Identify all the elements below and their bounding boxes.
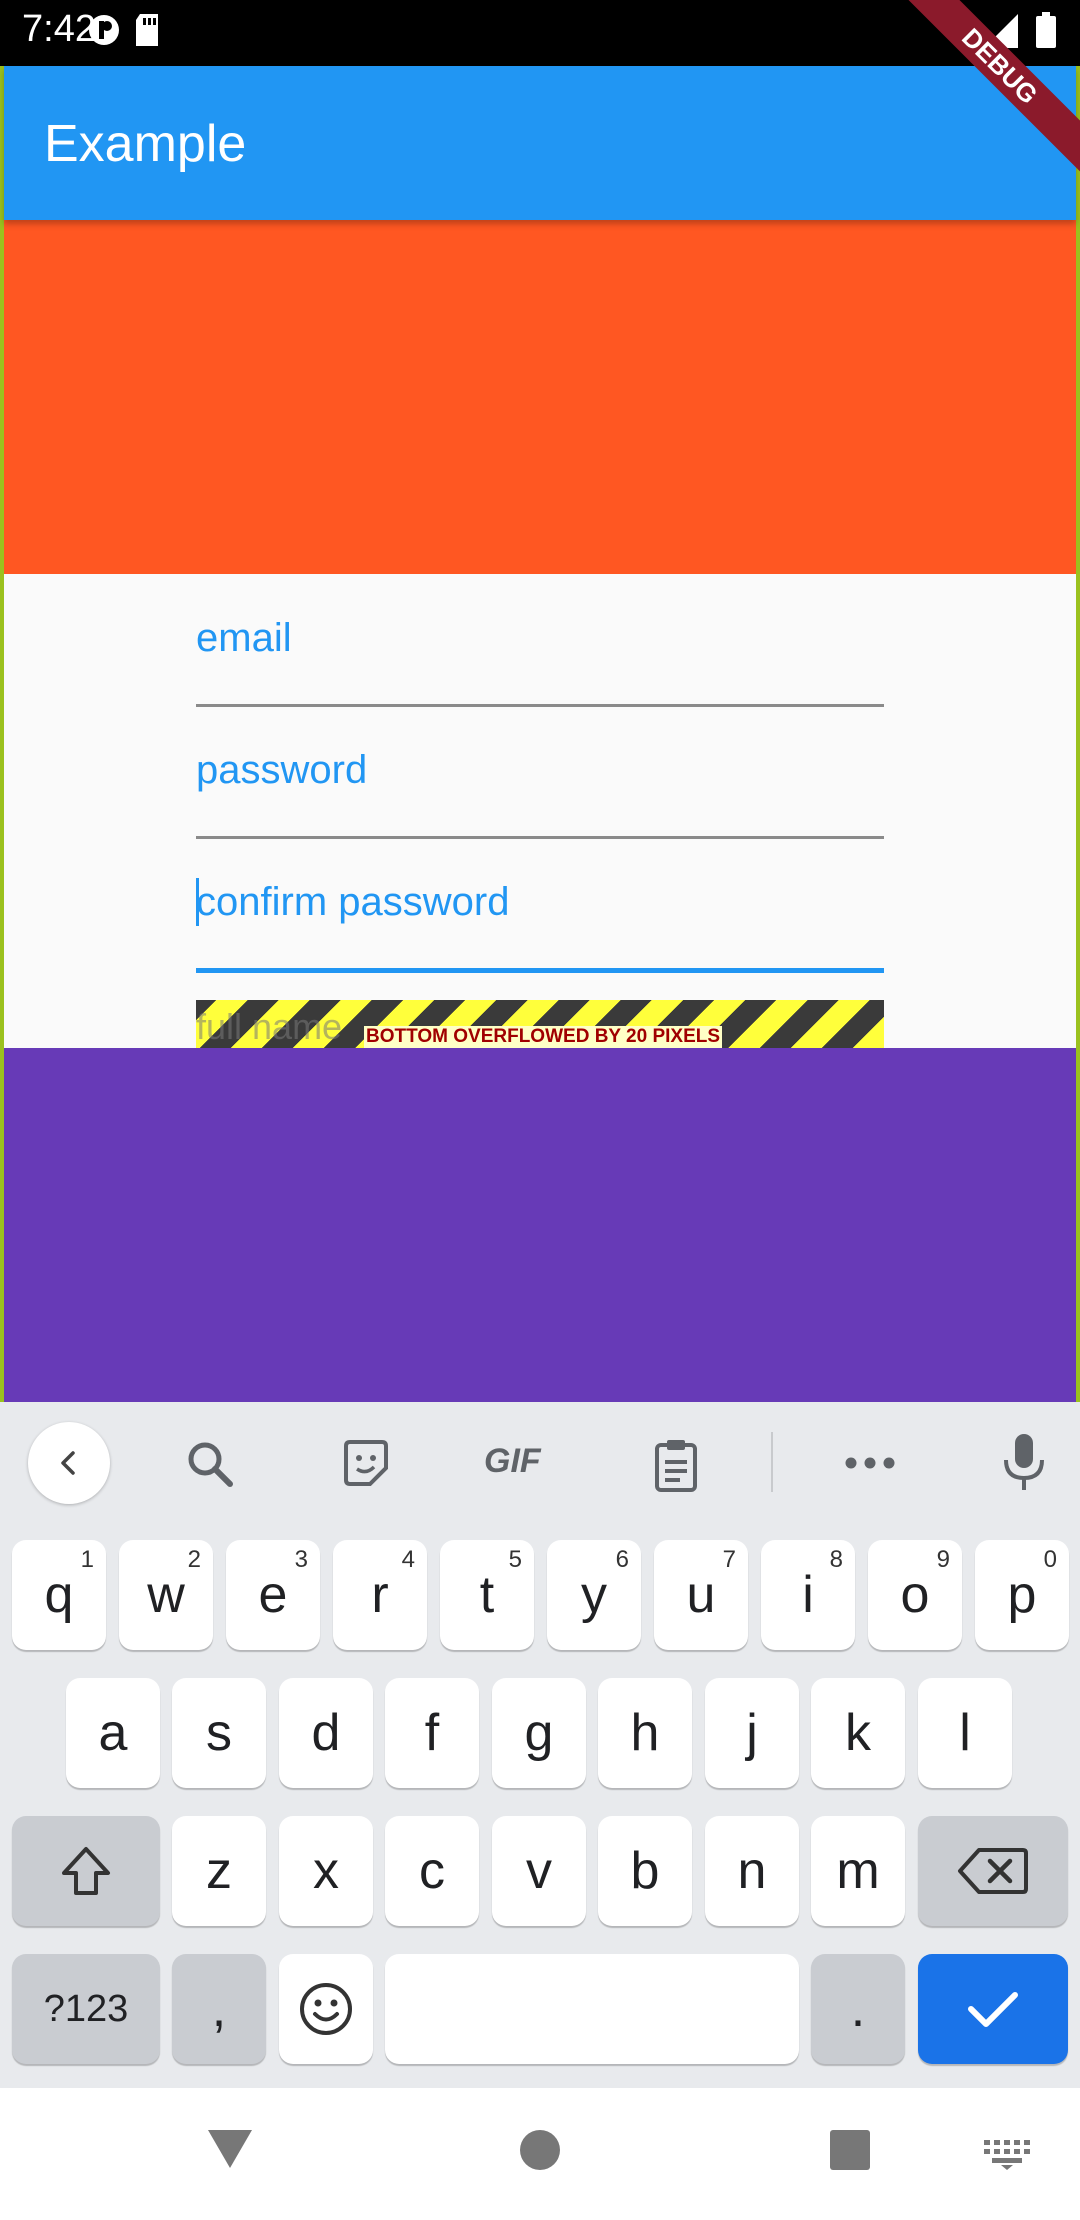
soft-keyboard: GIF q1 w2 e3 r4 t5 y6 u7 i8 o9 p0 a s d …	[0, 1402, 1080, 2088]
password-field[interactable]: password	[196, 748, 367, 793]
key-i[interactable]: i8	[761, 1540, 855, 1650]
key-c[interactable]: c	[385, 1816, 479, 1926]
signup-form	[4, 574, 1076, 1048]
search-icon[interactable]	[184, 1438, 236, 1495]
system-nav-bar	[0, 2088, 1080, 2220]
key-w[interactable]: w2	[119, 1540, 213, 1650]
key-q[interactable]: q1	[12, 1540, 106, 1650]
app-title: Example	[44, 115, 247, 173]
key-x[interactable]: x	[279, 1816, 373, 1926]
sticker-icon[interactable]	[340, 1438, 392, 1495]
backspace-key[interactable]	[918, 1816, 1068, 1926]
notification-app-icon	[88, 14, 120, 51]
toolbar-divider	[771, 1432, 773, 1492]
hidden-field-label: full name	[196, 1006, 343, 1047]
clipboard-icon[interactable]	[652, 1438, 700, 1497]
confirm-password-field[interactable]: confirm password	[196, 880, 509, 925]
shift-key[interactable]	[12, 1816, 160, 1926]
key-z[interactable]: z	[172, 1816, 266, 1926]
key-g[interactable]: g	[492, 1678, 586, 1788]
backspace-icon	[958, 1848, 1028, 1894]
key-j[interactable]: j	[705, 1678, 799, 1788]
key-s[interactable]: s	[172, 1678, 266, 1788]
purple-footer-block	[4, 1048, 1076, 1402]
key-n[interactable]: n	[705, 1816, 799, 1926]
check-icon	[968, 1992, 1018, 2027]
status-time: 7:42	[22, 8, 96, 50]
recents-square-icon[interactable]	[829, 2129, 871, 2176]
email-field[interactable]: email	[196, 616, 292, 661]
keyboard-switch-icon[interactable]	[984, 2140, 1030, 2175]
mic-icon[interactable]	[1002, 1432, 1046, 1497]
key-f[interactable]: f	[385, 1678, 479, 1788]
key-r[interactable]: r4	[333, 1540, 427, 1650]
symbols-key[interactable]: ?123	[12, 1954, 160, 2064]
key-b[interactable]: b	[598, 1816, 692, 1926]
app-bar: Example	[4, 66, 1076, 220]
enter-key[interactable]	[918, 1954, 1068, 2064]
space-key[interactable]	[385, 1954, 799, 2064]
gif-icon[interactable]: GIF	[484, 1442, 541, 1481]
key-e[interactable]: e3	[226, 1540, 320, 1650]
password-field-underline	[196, 836, 884, 839]
home-circle-icon[interactable]	[518, 2128, 562, 2177]
shift-arrow-icon	[62, 1847, 110, 1895]
confirm-password-underline	[196, 968, 884, 973]
overflow-warning-text: BOTTOM OVERFLOWED BY 20 PIXELS	[364, 1026, 723, 1048]
key-v[interactable]: v	[492, 1816, 586, 1926]
more-icon[interactable]	[844, 1456, 896, 1475]
key-o[interactable]: o9	[868, 1540, 962, 1650]
back-triangle-icon[interactable]	[206, 2126, 254, 2175]
key-p[interactable]: p0	[975, 1540, 1069, 1650]
battery-icon	[1036, 12, 1056, 53]
orange-header-block	[4, 220, 1076, 574]
key-l[interactable]: l	[918, 1678, 1012, 1788]
email-field-underline	[196, 704, 884, 707]
period-key[interactable]: .	[811, 1954, 905, 2064]
key-k[interactable]: k	[811, 1678, 905, 1788]
comma-key[interactable]: ,	[172, 1954, 266, 2064]
emoji-key[interactable]	[279, 1954, 373, 2064]
key-y[interactable]: y6	[547, 1540, 641, 1650]
key-h[interactable]: h	[598, 1678, 692, 1788]
key-m[interactable]: m	[811, 1816, 905, 1926]
key-t[interactable]: t5	[440, 1540, 534, 1650]
key-a[interactable]: a	[66, 1678, 160, 1788]
overflow-warning-stripe: full name BOTTOM OVERFLOWED BY 20 PIXELS	[196, 1000, 884, 1048]
text-cursor	[196, 878, 199, 926]
key-d[interactable]: d	[279, 1678, 373, 1788]
sd-card-icon	[134, 14, 160, 51]
emoji-icon	[300, 1983, 352, 2035]
key-u[interactable]: u7	[654, 1540, 748, 1650]
back-chevron-icon[interactable]	[28, 1422, 110, 1504]
